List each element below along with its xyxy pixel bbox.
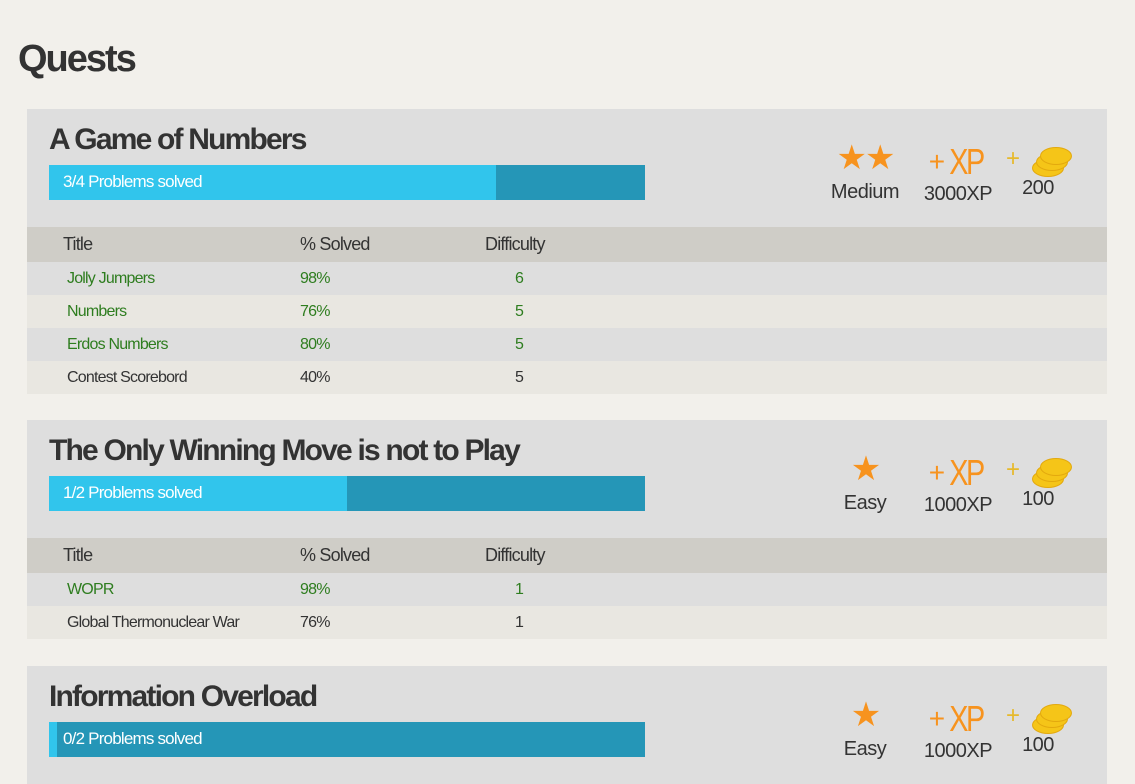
quest-title[interactable]: A Game of Numbers [49,123,307,157]
coins-label: 100 [1022,488,1054,510]
problems-table: Title% Solved Difficulty WOPR 98% 1 Global Th… [27,538,1107,639]
progress-fill [49,722,57,757]
star-icon: ★ [850,696,881,734]
column-header-solved: % Solved [300,227,485,262]
quest-card: Information Overload 0/2 Problems solved ★… [27,666,1107,784]
problem-difficulty: 1 [485,573,1107,606]
difficulty-reward: ★ Easy [817,452,913,515]
problem-title[interactable]: Jolly Jumpers [27,262,300,295]
xp-label: 1000XP [923,494,993,516]
coins-icon: + [1002,456,1074,488]
xp-reward: + XP 3000XP [920,143,996,206]
progress-bar: 1/2 Problems solved [49,476,645,511]
coins-reward: +200 [1002,145,1074,200]
problem-difficulty: 5 [485,361,1107,394]
coins-reward: +100 [1002,456,1074,511]
quest-header: Information Overload 0/2 Problems solved ★… [27,666,1107,784]
problem-solved-percent: 76% [300,606,485,639]
quest-header: The Only Winning Move is not to Play 1/2 … [27,420,1107,538]
star-icon: ★ [850,450,881,488]
problem-title[interactable]: Erdos Numbers [27,328,300,361]
problem-difficulty: 6 [485,262,1107,295]
difficulty-label: Medium [830,181,900,203]
column-header-title: Title [27,227,300,262]
star-icon: ★★ [836,139,896,177]
xp-icon: + XP [928,452,986,493]
column-header-difficulty: Difficulty [485,227,1107,262]
coins-icon: + [1002,702,1074,734]
table-row[interactable]: Jolly Jumpers 98% 6 [27,262,1107,295]
problem-difficulty: 5 [485,295,1107,328]
page-title: Quests [18,38,137,80]
problem-title[interactable]: Numbers [27,295,300,328]
xp-label: 1000XP [923,740,993,762]
difficulty-label: Easy [843,738,887,760]
coins-label: 200 [1022,177,1054,199]
problem-solved-percent: 40% [300,361,485,394]
quest-card: A Game of Numbers 3/4 Problems solved ★★ Me… [27,109,1107,394]
difficulty-label: Easy [843,492,887,514]
progress-bar: 3/4 Problems solved [49,165,645,200]
problem-title[interactable]: Global Thermonuclear War [27,606,300,639]
column-header-title: Title [27,538,300,573]
quest-card: The Only Winning Move is not to Play 1/2 … [27,420,1107,639]
problem-difficulty: 5 [485,328,1107,361]
table-row[interactable]: Numbers 76% 5 [27,295,1107,328]
coins-reward: +100 [1002,702,1074,757]
xp-icon: + XP [928,698,986,739]
table-row[interactable]: Erdos Numbers 80% 5 [27,328,1107,361]
table-row[interactable]: Global Thermonuclear War 76% 1 [27,606,1107,639]
quest-title[interactable]: The Only Winning Move is not to Play [49,434,521,468]
problem-solved-percent: 98% [300,573,485,606]
xp-icon: + XP [928,141,986,182]
quest-title[interactable]: Information Overload [49,680,318,714]
progress-label: 1/2 Problems solved [63,483,203,502]
difficulty-reward: ★★ Medium [817,141,913,204]
progress-label: 3/4 Problems solved [63,172,203,191]
column-header-solved: % Solved [300,538,485,573]
coins-label: 100 [1022,734,1054,756]
problem-title[interactable]: Contest Scorebord [27,361,300,394]
xp-reward: + XP 1000XP [920,700,996,763]
problem-solved-percent: 80% [300,328,485,361]
table-row[interactable]: Contest Scorebord 40% 5 [27,361,1107,394]
coins-icon: + [1002,145,1074,177]
problem-title[interactable]: WOPR [27,573,300,606]
problem-solved-percent: 76% [300,295,485,328]
xp-label: 3000XP [923,183,993,205]
quest-header: A Game of Numbers 3/4 Problems solved ★★ Me… [27,109,1107,227]
progress-bar: 0/2 Problems solved [49,722,645,757]
table-row[interactable]: WOPR 98% 1 [27,573,1107,606]
difficulty-reward: ★ Easy [817,698,913,761]
progress-label: 0/2 Problems solved [63,729,203,748]
column-header-difficulty: Difficulty [485,538,1107,573]
xp-reward: + XP 1000XP [920,454,996,517]
problem-difficulty: 1 [485,606,1107,639]
problem-solved-percent: 98% [300,262,485,295]
problems-table: Title% Solved Difficulty Jolly Jumpers 98% 6… [27,227,1107,394]
